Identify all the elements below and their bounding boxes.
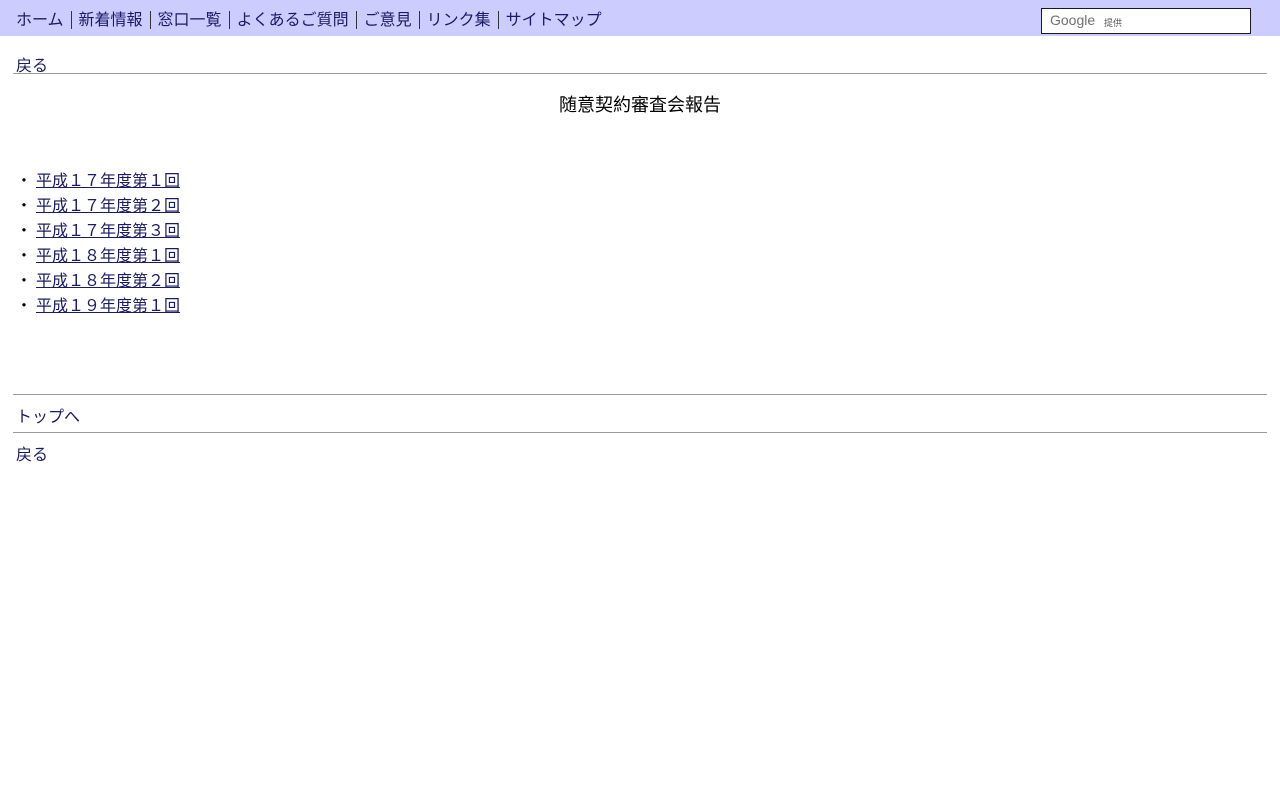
nav-feedback-link[interactable]: ご意見 xyxy=(364,9,412,31)
list-item: ・平成１７年度第１回 xyxy=(16,170,180,195)
report-link[interactable]: 平成１８年度第１回 xyxy=(36,246,180,265)
list-item: ・平成１９年度第１回 xyxy=(16,295,180,320)
report-link[interactable]: 平成１７年度第２回 xyxy=(36,196,180,215)
google-search-box[interactable]: Google 提供 xyxy=(1041,8,1251,34)
report-list: ・平成１７年度第１回 ・平成１７年度第２回 ・平成１７年度第３回 ・平成１８年度… xyxy=(16,170,180,320)
back-link-bottom[interactable]: 戻る xyxy=(16,441,48,465)
list-item: ・平成１７年度第３回 xyxy=(16,220,180,245)
nav-separator xyxy=(149,11,151,29)
bullet: ・ xyxy=(16,221,33,240)
report-link[interactable]: 平成１９年度第１回 xyxy=(36,296,180,315)
bullet: ・ xyxy=(16,296,33,315)
to-top-link[interactable]: トップへ xyxy=(16,403,80,427)
report-link[interactable]: 平成１７年度第３回 xyxy=(36,221,180,240)
list-item: ・平成１８年度第２回 xyxy=(16,270,180,295)
nav-faq-link[interactable]: よくあるご質問 xyxy=(237,9,349,31)
bullet: ・ xyxy=(16,246,33,265)
nav-news-link[interactable]: 新着情報 xyxy=(79,9,143,31)
nav-separator xyxy=(497,11,499,29)
nav-separator xyxy=(228,11,230,29)
divider xyxy=(13,394,1267,395)
bullet: ・ xyxy=(16,171,33,190)
bullet: ・ xyxy=(16,196,33,215)
report-link[interactable]: 平成１７年度第１回 xyxy=(36,171,180,190)
nav-separator xyxy=(355,11,357,29)
page-title: 随意契約審査会報告 xyxy=(559,95,721,116)
list-item: ・平成１８年度第１回 xyxy=(16,245,180,270)
divider xyxy=(13,432,1267,433)
nav-links-link[interactable]: リンク集 xyxy=(427,9,491,31)
global-nav: ホーム 新着情報 窓口一覧 よくあるご質問 ご意見 リンク集 サイトマップ xyxy=(16,9,602,31)
divider xyxy=(13,73,1267,74)
nav-sitemap-link[interactable]: サイトマップ xyxy=(506,9,602,31)
top-navigation-bar: ホーム 新着情報 窓口一覧 よくあるご質問 ご意見 リンク集 サイトマップ Go… xyxy=(0,0,1280,36)
bullet: ・ xyxy=(16,271,33,290)
nav-separator xyxy=(418,11,420,29)
search-input[interactable] xyxy=(1042,9,1250,33)
nav-home-link[interactable]: ホーム xyxy=(16,9,64,31)
list-item: ・平成１７年度第２回 xyxy=(16,195,180,220)
report-link[interactable]: 平成１８年度第２回 xyxy=(36,271,180,290)
nav-separator xyxy=(70,11,72,29)
nav-contacts-link[interactable]: 窓口一覧 xyxy=(158,9,222,31)
